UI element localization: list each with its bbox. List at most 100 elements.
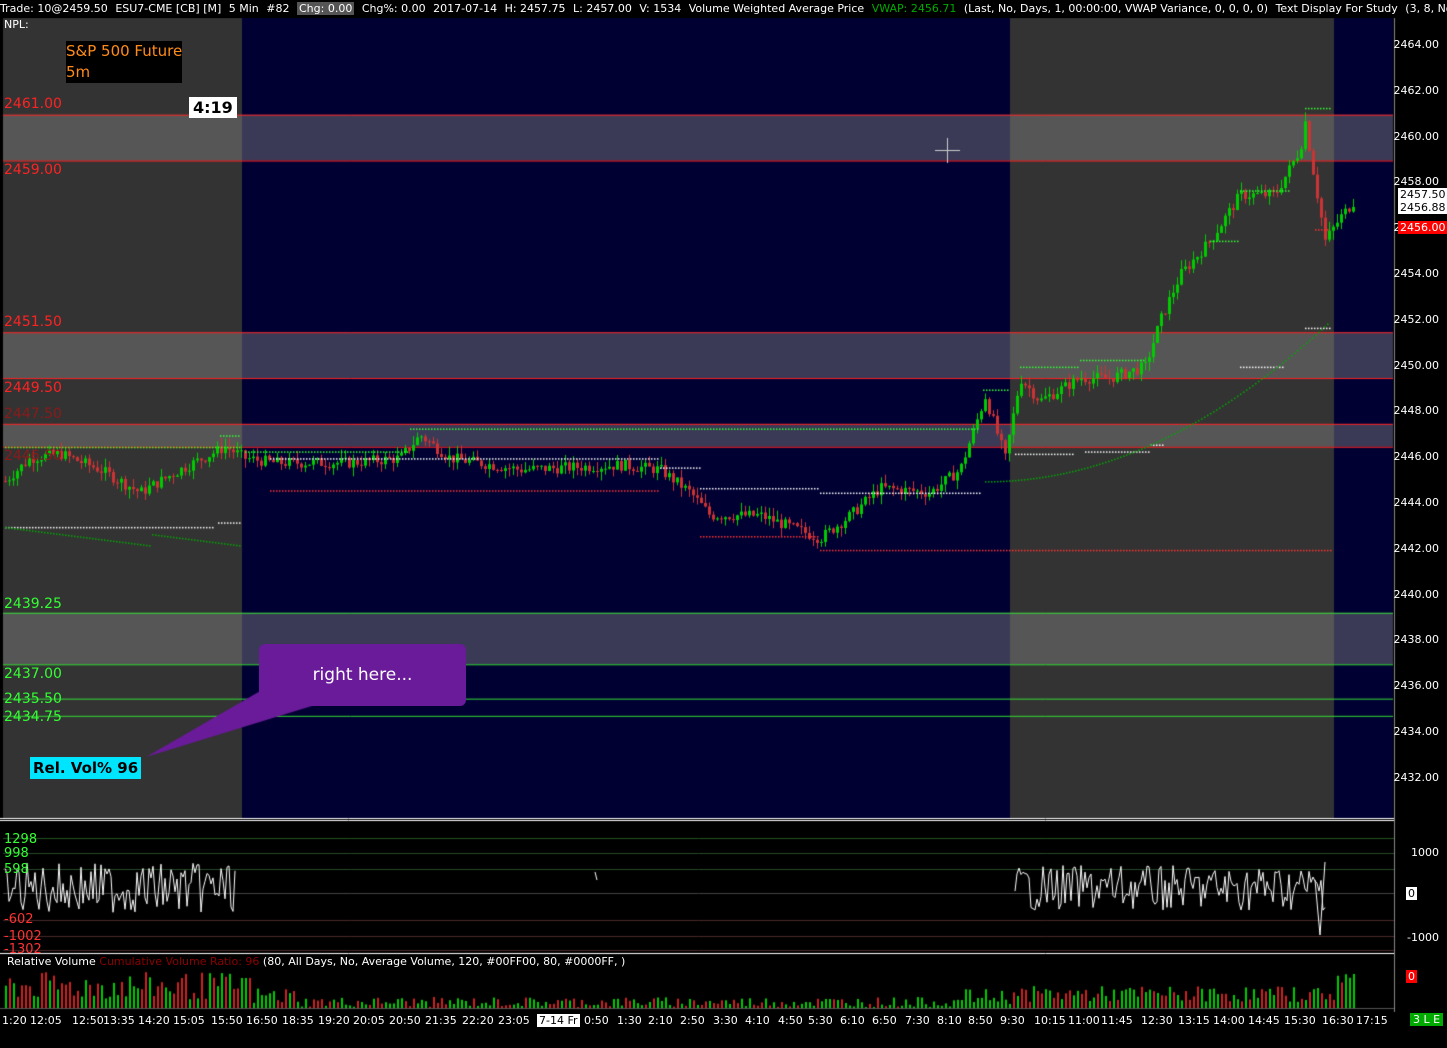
time-axis-label: 13:15 — [1178, 1014, 1210, 1027]
level-label: 2437.00 — [4, 666, 62, 682]
osc-axis-label: -1000 — [1407, 931, 1439, 944]
time-axis-label: 17:15 — [1356, 1014, 1388, 1027]
time-axis-label: 18:35 — [282, 1014, 314, 1027]
symbol-code: ESU7-CME [CB] [M] — [115, 2, 222, 15]
rv-study-title: Relative Volume Cumulative Volume Ratio:… — [7, 955, 625, 968]
vwap-value: VWAP: 2456.71 — [871, 2, 957, 15]
study-header-bar: Trade: 10@2459.50 ESU7-CME [CB] [M] 5 Mi… — [0, 0, 1447, 18]
level-label: 2447.50 — [4, 406, 62, 422]
time-axis-label: 20:05 — [353, 1014, 385, 1027]
time-axis-label: 15:50 — [211, 1014, 243, 1027]
rel-vol-badge: Rel. Vol% 96 — [30, 757, 142, 779]
time-axis-label: 15:30 — [1284, 1014, 1316, 1027]
time-axis-label: 4:10 — [745, 1014, 770, 1027]
symbol-name: S&P 500 Future — [66, 42, 183, 60]
time-axis-label: 14:00 — [1213, 1014, 1245, 1027]
level-label: 2446.50 — [4, 448, 62, 464]
bar-high: H: 2457.75 — [504, 2, 566, 15]
time-axis-label: 6:50 — [872, 1014, 897, 1027]
price-axis-label: 2458.00 — [1393, 175, 1440, 189]
time-axis-label: 21:35 — [425, 1014, 457, 1027]
time-axis-label: 13:35 — [103, 1014, 135, 1027]
last-price-tag: 2457.50 — [1398, 188, 1447, 201]
time-axis-label: 2:10 — [648, 1014, 673, 1027]
time-axis-label: 23:05 — [498, 1014, 530, 1027]
bar-volume: V: 1534 — [639, 2, 682, 15]
price-axis-label: 2436.00 — [1393, 679, 1440, 693]
price-chart-canvas[interactable] — [0, 0, 1447, 1048]
osc-level-label: -602 — [4, 912, 34, 927]
rv-ratio: Cumulative Volume Ratio: 96 — [99, 955, 260, 968]
price-axis-label: 2460.00 — [1393, 129, 1440, 143]
level-label: 2449.50 — [4, 380, 62, 396]
interval-label: 5m — [66, 62, 91, 83]
price-axis-label: 2440.00 — [1393, 587, 1440, 601]
price-axis-label: 2444.00 — [1393, 496, 1440, 509]
text-study-params: (3, 8, No, ID5.SG2, No — [1405, 2, 1447, 15]
time-axis-label: 5:30 — [808, 1014, 833, 1027]
level-label: 2461.00 — [4, 96, 62, 112]
npl-label: NPL: — [4, 18, 29, 31]
level-label: 2459.00 — [4, 162, 62, 178]
time-axis-label: 1:30 — [617, 1014, 642, 1027]
price-axis-label: 2446.00 — [1393, 450, 1440, 464]
change-pct: Chg%: 0.00 — [361, 2, 426, 15]
time-axis-label: 12:30 — [1141, 1014, 1173, 1027]
time-axis-label: 7:30 — [905, 1014, 930, 1027]
time-axis-label: 10:15 — [1034, 1014, 1066, 1027]
price-axis-label: 2464.00 — [1393, 38, 1440, 51]
time-axis-label: 6:10 — [840, 1014, 865, 1027]
time-axis-label: 0:50 — [584, 1014, 609, 1027]
time-axis-label: 7-14 Fr — [537, 1014, 580, 1027]
time-axis-label: 12:05 — [30, 1014, 62, 1027]
price-axis-label: 2432.00 — [1393, 770, 1440, 784]
time-axis-label: 16:30 — [1322, 1014, 1354, 1027]
level-label: 2451.50 — [4, 314, 62, 330]
level-label: 2434.75 — [4, 709, 62, 725]
corner-badge: 3 L E — [1410, 1013, 1444, 1026]
vwap-price-tag: 2456.88 — [1398, 201, 1447, 214]
osc-axis-label: 1000 — [1411, 846, 1439, 859]
level-label: 2439.25 — [4, 596, 62, 612]
interval: 5 Min — [228, 2, 259, 15]
level-label: 2435.50 — [4, 691, 62, 707]
price-axis-label: 2462.00 — [1393, 83, 1440, 97]
time-axis-label: 2:50 — [680, 1014, 705, 1027]
bar-date: 2017-07-14 — [433, 2, 498, 15]
time-axis-label: 8:10 — [937, 1014, 962, 1027]
low-price-tag: 2456.00 — [1398, 221, 1447, 234]
price-axis-label: 2442.00 — [1393, 541, 1440, 555]
bar-timer: 4:19 — [189, 97, 237, 118]
vwap-params: (Last, No, Days, 1, 00:00:00, VWAP Varia… — [963, 2, 1269, 15]
bar-low: L: 2457.00 — [573, 2, 632, 15]
osc-level-label: 598 — [4, 862, 29, 877]
price-axis-label: 2450.00 — [1393, 358, 1440, 372]
symbol-label: S&P 500 Future 5m — [66, 41, 183, 83]
osc-level-label: 998 — [4, 846, 29, 861]
rv-params: (80, All Days, No, Average Volume, 120, … — [262, 955, 626, 968]
time-axis-label: 8:50 — [968, 1014, 993, 1027]
rv-name: Relative Volume — [7, 955, 96, 968]
price-axis-label: 2454.00 — [1393, 267, 1440, 280]
price-axis-label: 2438.00 — [1393, 633, 1440, 647]
osc-level-label: 1298 — [4, 832, 38, 847]
last-trade: Trade: 10@2459.50 — [0, 2, 108, 15]
time-axis-label: 16:50 — [246, 1014, 278, 1027]
text-study-name: Text Display For Study — [1275, 2, 1398, 15]
time-axis-label: 9:30 — [1000, 1014, 1025, 1027]
rv-axis-label: 0 — [1406, 970, 1417, 983]
annotation-callout[interactable]: right here... — [259, 644, 466, 706]
time-axis-label: 4:50 — [778, 1014, 803, 1027]
time-axis-label: 14:20 — [138, 1014, 170, 1027]
time-axis-label: 11:45 — [1101, 1014, 1133, 1027]
time-axis-label: 1:20 — [2, 1014, 27, 1027]
time-axis-label: 3:30 — [713, 1014, 738, 1027]
time-axis-label: 15:05 — [173, 1014, 205, 1027]
price-axis-label: 2452.00 — [1393, 312, 1440, 326]
time-axis-label: 12:50 — [72, 1014, 104, 1027]
time-axis-label: 14:45 — [1248, 1014, 1280, 1027]
time-axis-label: 19:20 — [318, 1014, 350, 1027]
change: Chg: 0.00 — [297, 2, 355, 15]
time-axis-label: 20:50 — [389, 1014, 421, 1027]
time-axis-label: 22:20 — [462, 1014, 494, 1027]
